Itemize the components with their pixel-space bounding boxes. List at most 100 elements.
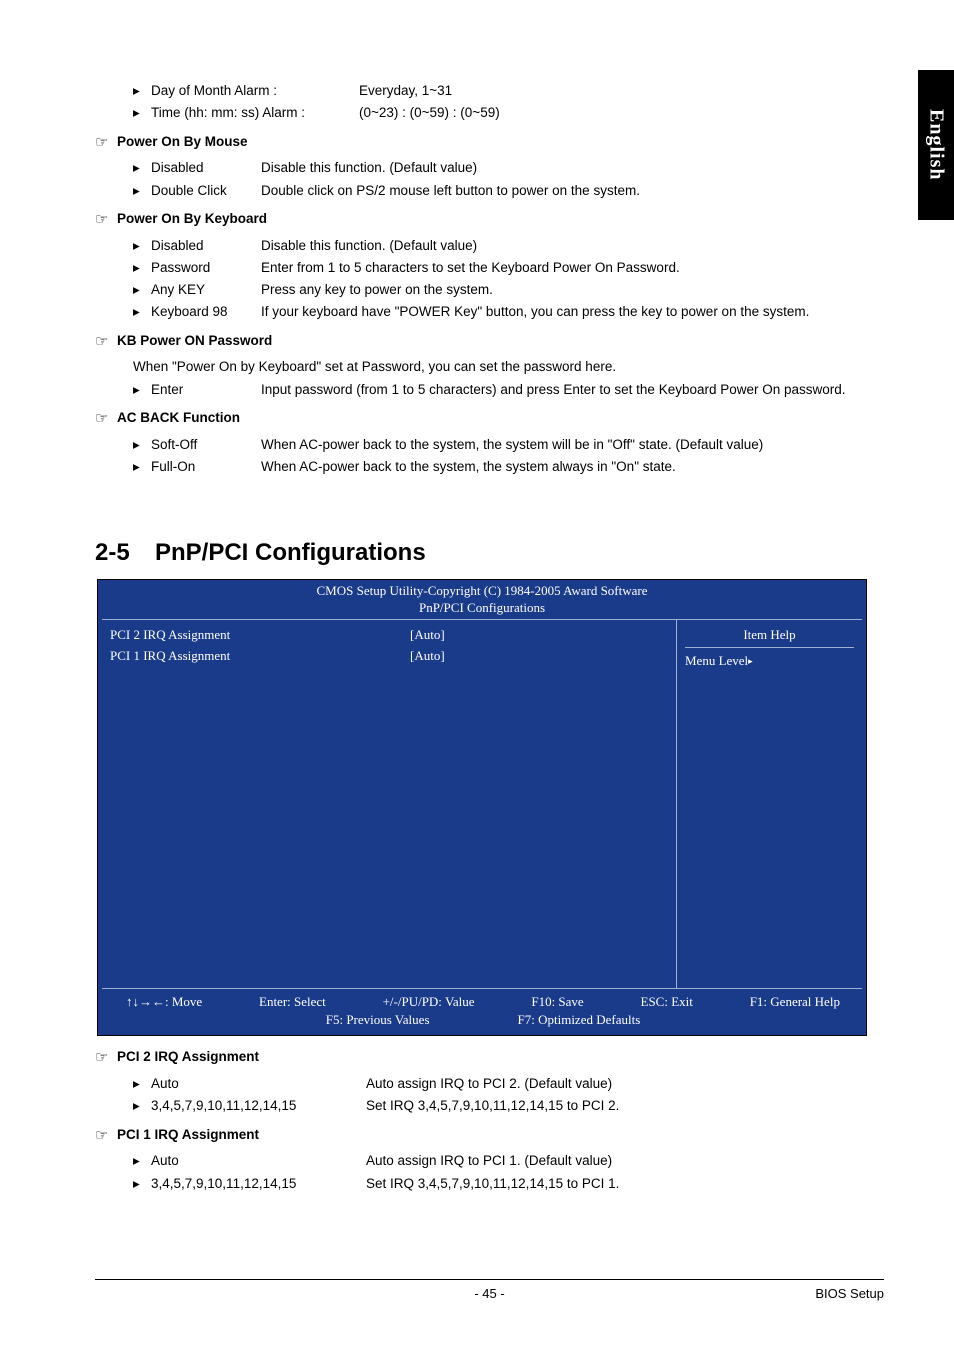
bullet-icon: ▸ (133, 1095, 151, 1117)
key-pupd: +/-/PU/PD: Value (383, 993, 483, 1011)
option-desc: Press any key to power on the system. (261, 279, 884, 301)
option-row: ▸ Disabled Disable this function. (Defau… (133, 235, 884, 257)
alarm-time-label: Time (hh: mm: ss) Alarm : (151, 102, 359, 124)
heading-pci1: ☞ PCI 1 IRQ Assignment (95, 1124, 884, 1149)
heading-ac-back: ☞ AC BACK Function (95, 407, 884, 432)
option-label: 3,4,5,7,9,10,11,12,14,15 (151, 1173, 366, 1195)
pointer-icon: ☞ (95, 1046, 117, 1071)
key-esc: ESC: Exit (641, 993, 701, 1011)
bullet-icon: ▸ (133, 257, 151, 279)
bios-menu-level: Menu Level (685, 650, 854, 671)
menu-level-text: Menu Level (685, 653, 748, 668)
option-label: Any KEY (151, 279, 261, 301)
option-label: Auto (151, 1073, 366, 1095)
heading-power-on-keyboard: ☞ Power On By Keyboard (95, 208, 884, 233)
option-row: ▸ Auto Auto assign IRQ to PCI 2. (Defaul… (133, 1073, 884, 1095)
pointer-icon: ☞ (95, 330, 117, 355)
option-desc: Set IRQ 3,4,5,7,9,10,11,12,14,15 to PCI … (366, 1173, 884, 1195)
option-row: ▸ Keyboard 98 If your keyboard have "POW… (133, 301, 884, 323)
bullet-icon: ▸ (133, 80, 151, 102)
pointer-icon: ☞ (95, 131, 117, 156)
triangle-icon (748, 653, 753, 668)
option-row: ▸ Full-On When AC-power back to the syst… (133, 456, 884, 478)
footer-section: BIOS Setup (815, 1283, 884, 1304)
heading-text: AC BACK Function (117, 407, 884, 432)
option-row: ▸ 3,4,5,7,9,10,11,12,14,15 Set IRQ 3,4,5… (133, 1095, 884, 1117)
bios-row[interactable]: PCI 1 IRQ Assignment [Auto] (110, 645, 668, 666)
bios-row[interactable]: PCI 2 IRQ Assignment [Auto] (110, 624, 668, 645)
option-label: Password (151, 257, 261, 279)
option-desc: If your keyboard have "POWER Key" button… (261, 301, 884, 323)
bios-field-value[interactable]: [Auto] (410, 645, 668, 666)
heading-kb-power-on: ☞ KB Power ON Password (95, 330, 884, 355)
bullet-icon: ▸ (133, 180, 151, 202)
bullet-icon: ▸ (133, 434, 151, 456)
alarm-day-value: Everyday, 1~31 (359, 80, 884, 102)
option-label: Auto (151, 1150, 366, 1172)
option-desc: Disable this function. (Default value) (261, 235, 884, 257)
bullet-icon: ▸ (133, 102, 151, 124)
bullet-icon: ▸ (133, 157, 151, 179)
key-f5: F5: Previous Values (326, 1011, 438, 1029)
key-f7: F7: Optimized Defaults (518, 1011, 649, 1029)
bullet-icon: ▸ (133, 235, 151, 257)
section-number: 2-5 (95, 533, 155, 573)
bios-field-value[interactable]: [Auto] (410, 624, 668, 645)
option-desc: Input password (from 1 to 5 characters) … (261, 379, 884, 401)
option-desc: Disable this function. (Default value) (261, 157, 884, 179)
language-tab: English (918, 70, 954, 220)
alarm-day-row: ▸ Day of Month Alarm : Everyday, 1~31 (133, 80, 884, 102)
option-desc: When AC-power back to the system, the sy… (261, 434, 884, 456)
bullet-icon: ▸ (133, 456, 151, 478)
pointer-icon: ☞ (95, 208, 117, 233)
option-desc: Auto assign IRQ to PCI 2. (Default value… (366, 1073, 884, 1095)
option-row: ▸ Disabled Disable this function. (Defau… (133, 157, 884, 179)
heading-text: KB Power ON Password (117, 330, 884, 355)
page-number: - 45 - (474, 1283, 504, 1304)
option-label: Enter (151, 379, 261, 401)
key-f10: F10: Save (531, 993, 591, 1011)
section-heading: 2-5 PnP/PCI Configurations (95, 533, 884, 573)
option-row: ▸ Soft-Off When AC-power back to the sys… (133, 434, 884, 456)
option-desc: Double click on PS/2 mouse left button t… (261, 180, 884, 202)
option-desc: Set IRQ 3,4,5,7,9,10,11,12,14,15 to PCI … (366, 1095, 884, 1117)
key-move: ↑↓→←: Move (126, 993, 210, 1011)
option-label: 3,4,5,7,9,10,11,12,14,15 (151, 1095, 366, 1117)
alarm-time-value: (0~23) : (0~59) : (0~59) (359, 102, 884, 124)
key-enter: Enter: Select (259, 993, 334, 1011)
option-label: Disabled (151, 157, 261, 179)
alarm-time-row: ▸ Time (hh: mm: ss) Alarm : (0~23) : (0~… (133, 102, 884, 124)
bullet-icon: ▸ (133, 1150, 151, 1172)
option-label: Disabled (151, 235, 261, 257)
bullet-icon: ▸ (133, 279, 151, 301)
bios-title-2: PnP/PCI Configurations (98, 599, 866, 617)
bullet-icon: ▸ (133, 1173, 151, 1195)
pointer-icon: ☞ (95, 1124, 117, 1149)
option-row: ▸ Auto Auto assign IRQ to PCI 1. (Defaul… (133, 1150, 884, 1172)
kb-intro: When "Power On by Keyboard" set at Passw… (133, 356, 884, 378)
option-row: ▸ Enter Input password (from 1 to 5 char… (133, 379, 884, 401)
bios-help-pane: Item Help Menu Level (677, 620, 862, 988)
bios-title: CMOS Setup Utility-Copyright (C) 1984-20… (98, 580, 866, 617)
option-label: Double Click (151, 180, 261, 202)
bullet-icon: ▸ (133, 301, 151, 323)
option-label: Keyboard 98 (151, 301, 261, 323)
heading-text: PCI 1 IRQ Assignment (117, 1124, 884, 1149)
option-desc: When AC-power back to the system, the sy… (261, 456, 884, 478)
option-row: ▸ 3,4,5,7,9,10,11,12,14,15 Set IRQ 3,4,5… (133, 1173, 884, 1195)
section-title: PnP/PCI Configurations (155, 533, 426, 573)
option-label: Soft-Off (151, 434, 261, 456)
bullet-icon: ▸ (133, 1073, 151, 1095)
heading-text: PCI 2 IRQ Assignment (117, 1046, 884, 1071)
bios-title-1: CMOS Setup Utility-Copyright (C) 1984-20… (98, 582, 866, 600)
option-row: ▸ Password Enter from 1 to 5 characters … (133, 257, 884, 279)
heading-pci2: ☞ PCI 2 IRQ Assignment (95, 1046, 884, 1071)
option-row: ▸ Double Click Double click on PS/2 mous… (133, 180, 884, 202)
pointer-icon: ☞ (95, 407, 117, 432)
bullet-icon: ▸ (133, 379, 151, 401)
heading-text: Power On By Keyboard (117, 208, 884, 233)
bios-footer-keys: ↑↓→←: Move Enter: Select +/-/PU/PD: Valu… (98, 991, 866, 1035)
bios-settings-pane[interactable]: PCI 2 IRQ Assignment [Auto] PCI 1 IRQ As… (102, 620, 677, 988)
option-desc: Auto assign IRQ to PCI 1. (Default value… (366, 1150, 884, 1172)
bios-field-label: PCI 2 IRQ Assignment (110, 624, 410, 645)
